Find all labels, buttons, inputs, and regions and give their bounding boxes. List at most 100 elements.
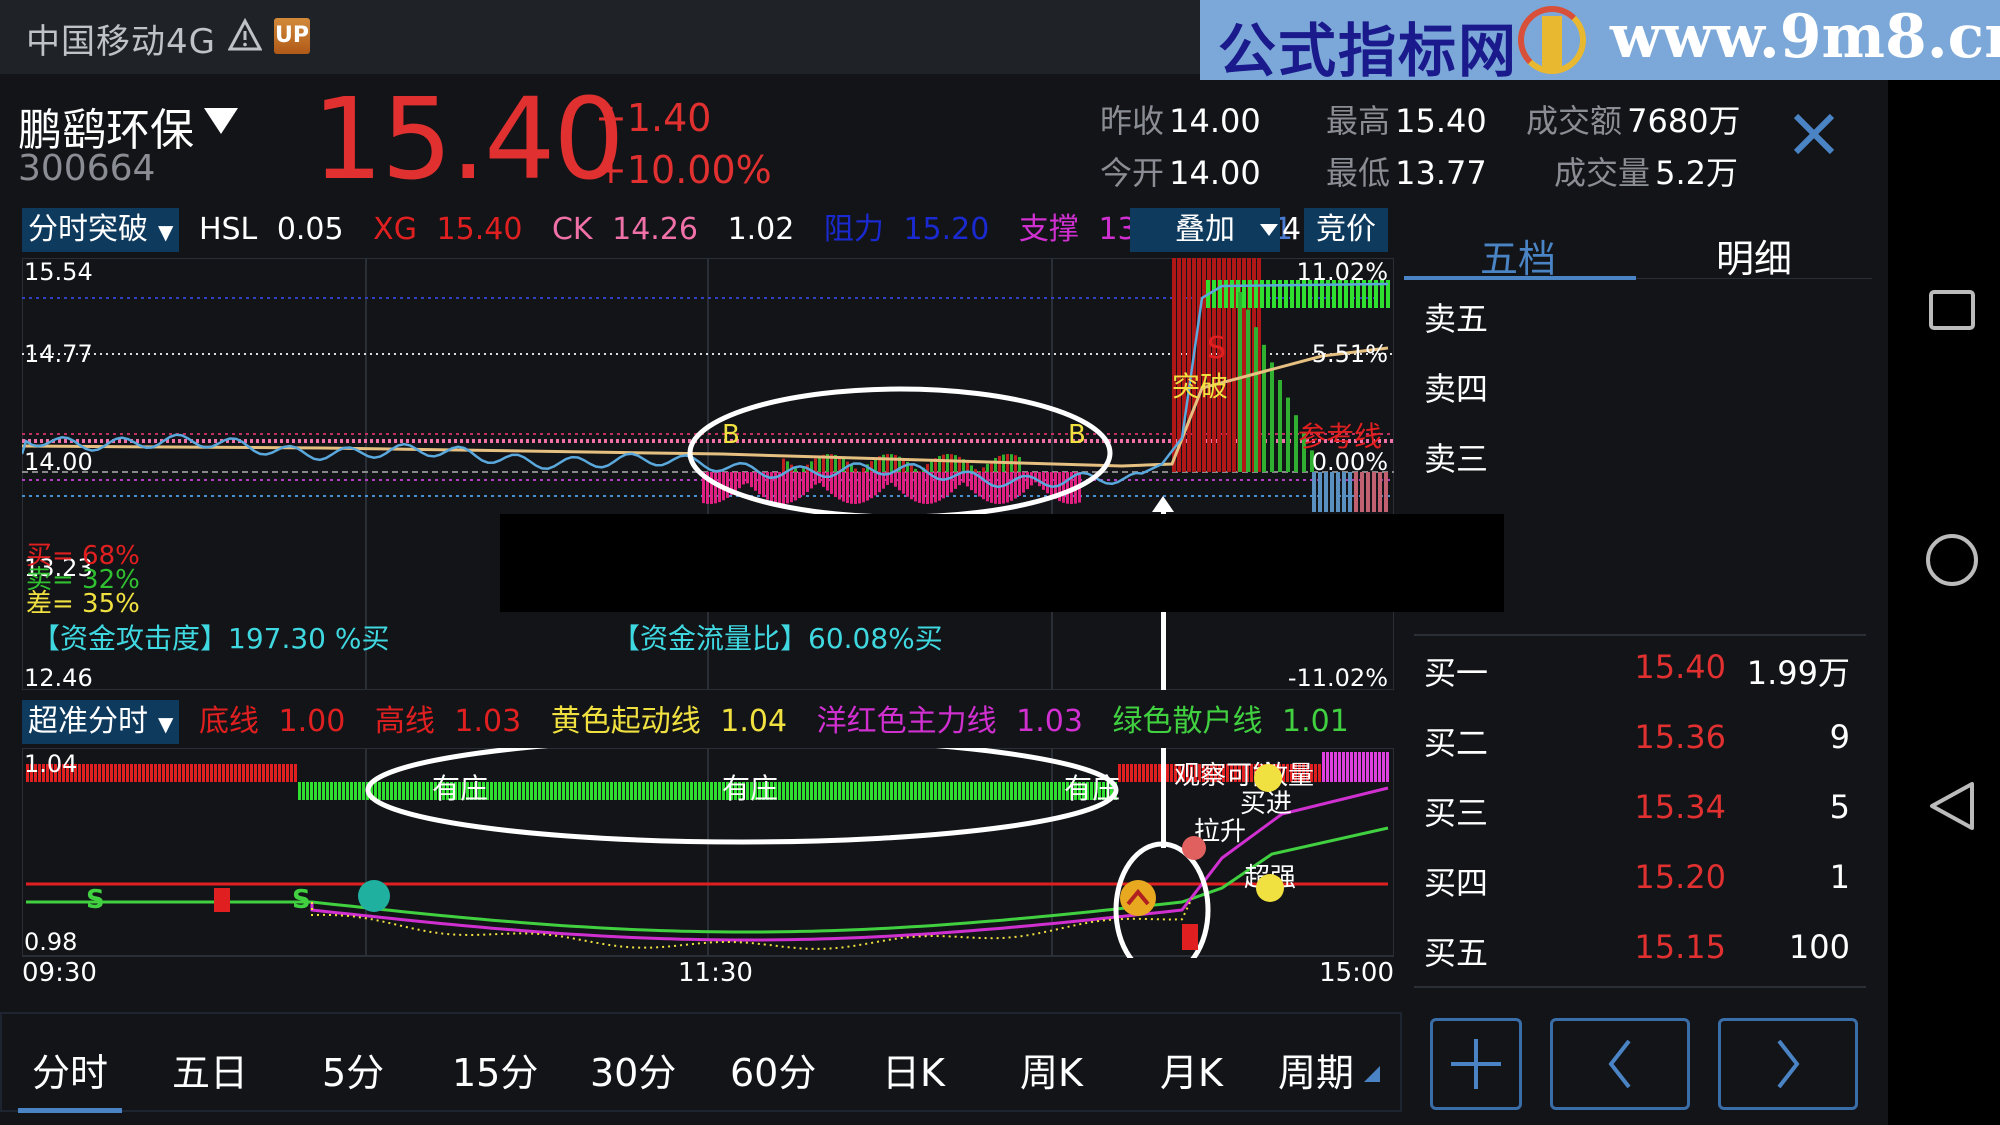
ind-hsl: HSL 0.05 (198, 212, 344, 247)
book-divider (1414, 986, 1866, 988)
dropdown-arrow-icon: ▼ (158, 220, 174, 244)
zhuang-bar (130, 764, 133, 782)
zhuang-bar (226, 764, 229, 782)
tab-five-day[interactable]: 五日 (172, 1042, 248, 1097)
back-icon[interactable] (1926, 780, 1978, 832)
zhuang-bar (610, 782, 613, 800)
zhuang-bar (386, 782, 389, 800)
tab-monthly[interactable]: 月K (1160, 1042, 1223, 1097)
time-label: 09:30 (22, 958, 97, 988)
home-icon[interactable] (1924, 532, 1980, 588)
zhuang-bar (258, 764, 261, 782)
zhuang-bar (310, 782, 313, 800)
zhuang-bar (1338, 752, 1341, 782)
up-badge-icon: UP (274, 18, 310, 54)
zhuang-bar (834, 782, 837, 800)
close-icon[interactable] (1790, 110, 1838, 158)
zhuang-bar (558, 782, 561, 800)
tab-daily[interactable]: 日K (882, 1042, 945, 1097)
flow-bar (862, 467, 865, 472)
tab-5min[interactable]: 5分 (322, 1042, 384, 1097)
vol-bar (1254, 327, 1258, 472)
zhuang-bar (966, 782, 969, 800)
dropdown-arrow-icon: ▼ (158, 712, 174, 736)
zhuang-bar (286, 764, 289, 782)
indicator-chart[interactable]: 有庄 有庄 有庄 观察可能 放量 买进 拉升 超强 S S 1.04 0.98 (22, 748, 1394, 958)
zhuang-bar (502, 782, 505, 800)
bid-price: 15.34 (1634, 788, 1726, 826)
vol-bar (1218, 280, 1222, 308)
tab-weekly[interactable]: 周K (1020, 1042, 1083, 1097)
flow-bar (994, 457, 997, 472)
flow-bar (842, 472, 845, 502)
vol-bar (1366, 472, 1370, 512)
vol-bar (1202, 258, 1206, 472)
indicator-selector[interactable]: 分时突破 ▼ (22, 208, 180, 252)
sub-ind-magenta: 洋红色主力线 1.03 (816, 704, 1083, 739)
zhuang-bar (1126, 764, 1129, 782)
flow-bar (970, 472, 973, 491)
zhuang-bar (242, 764, 245, 782)
zhuang-bar (398, 782, 401, 800)
overlay-dropdown-icon[interactable] (1260, 224, 1278, 236)
auction-button[interactable]: 竞价 (1304, 208, 1388, 252)
tab-15min[interactable]: 15分 (452, 1042, 538, 1097)
sub-indicator-selector[interactable]: 超准分时 ▼ (22, 700, 180, 744)
ask-row: 卖五 (1414, 294, 1874, 364)
vol-bar (1270, 362, 1274, 472)
recent-apps-icon[interactable] (1928, 286, 1976, 334)
tab-intraday[interactable]: 分时 (32, 1042, 108, 1097)
stock-dropdown-icon[interactable] (204, 108, 238, 134)
flow-bar (930, 460, 933, 472)
diff-pct: 差= 35% (26, 589, 140, 619)
zhuang-bar (690, 782, 693, 800)
zhuang-bar (838, 782, 841, 800)
zhuang-bar (1334, 752, 1337, 782)
zhuang-bar (650, 782, 653, 800)
tab-period[interactable]: 周期 (1278, 1042, 1354, 1097)
carrier-label: 中国移动4G (26, 22, 216, 62)
vol-bar (1372, 472, 1376, 512)
intraday-chart[interactable]: B B 突破 S 参考线 15.54 14.77 14.00 13.23 12.… (22, 258, 1394, 690)
flow-bar (1018, 456, 1021, 472)
flow-bar (746, 472, 749, 484)
tab-details[interactable]: 明细 (1716, 228, 1792, 283)
zhuang-bar (682, 782, 685, 800)
zhuang-bar (118, 764, 121, 782)
vol-bar (1172, 258, 1176, 472)
next-button[interactable] (1718, 1018, 1858, 1110)
flow-bar (754, 472, 757, 491)
overlay-button[interactable]: 叠加 (1130, 208, 1280, 252)
stat-value: 5.2万 (1655, 154, 1739, 192)
arrow-shaft (1161, 748, 1166, 848)
tab-five-levels[interactable]: 五档 (1480, 228, 1556, 283)
zhuang-bar (1170, 764, 1173, 782)
ind-resistance: 阻力 15.20 (823, 212, 990, 247)
zhuang-bar (1342, 752, 1345, 782)
zhuang-bar (206, 764, 209, 782)
zhuang-bar (262, 764, 265, 782)
add-button[interactable] (1430, 1018, 1522, 1110)
flow-bar (802, 472, 805, 496)
flow-bar (818, 456, 821, 472)
flow-bar (998, 472, 1001, 504)
zhuang-bar (166, 764, 169, 782)
flow-bar (794, 472, 797, 501)
tab-60min[interactable]: 60分 (730, 1042, 816, 1097)
zhuang-bar (846, 782, 849, 800)
prev-button[interactable] (1550, 1018, 1690, 1110)
tab-30min[interactable]: 30分 (590, 1042, 676, 1097)
bid-price: 15.15 (1634, 928, 1726, 966)
zhuang-bar (294, 764, 297, 782)
bid-label: 买五 (1424, 934, 1489, 972)
vol-bar (1238, 292, 1242, 472)
zhuang-bar (622, 782, 625, 800)
stock-app: 中国移动4G UP 公式指标网 www.9m8.cn 鹏鹞环保 300664 1… (0, 0, 2000, 1125)
flow-bar (710, 472, 713, 504)
bid-price: 15.40 (1634, 648, 1726, 686)
chevron-right-icon (1777, 1039, 1800, 1089)
flow-bar (858, 472, 861, 504)
zhuang-bar (346, 782, 349, 800)
zhuang-bar (686, 782, 689, 800)
zhuang-bar (402, 782, 405, 800)
